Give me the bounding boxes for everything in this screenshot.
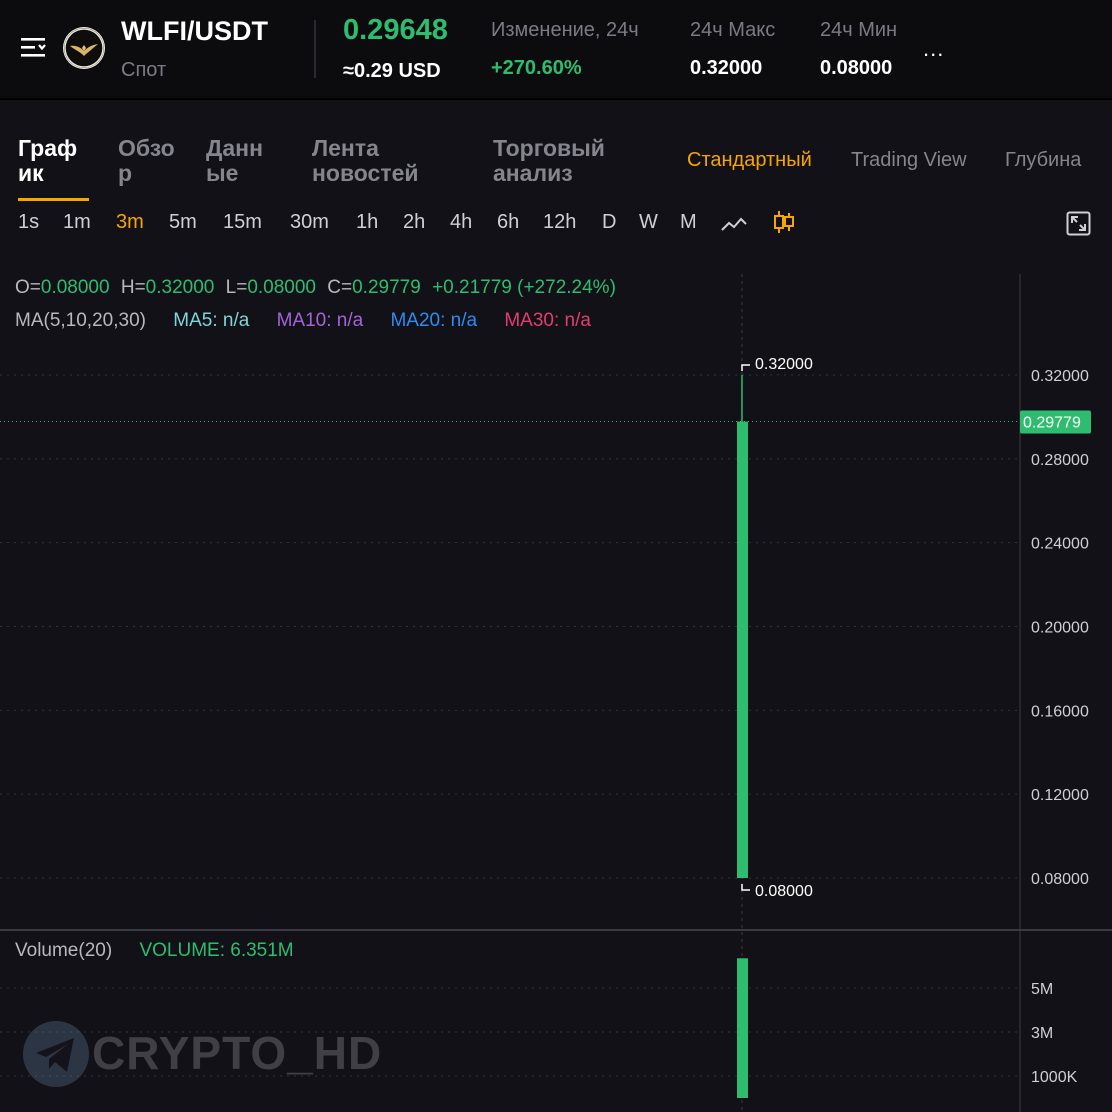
change-24h-value: +270.60%	[491, 57, 582, 79]
price-tick-label: 0.20000	[1031, 620, 1089, 637]
header-separator	[314, 20, 316, 78]
high-marker-arrow	[741, 364, 750, 371]
volume-label: Volume(20)	[15, 940, 113, 961]
tab-overview-line1: Обзо	[118, 135, 175, 161]
tab-news-line2: новостей	[312, 160, 419, 186]
volume-tick-label: 1000K	[1031, 1069, 1078, 1086]
change-24h-label: Изменение, 24ч	[491, 19, 639, 41]
tab-analysis-line2: анализ	[493, 160, 573, 186]
tab-chart-line1: Граф	[18, 135, 78, 161]
volume-tick-label: 3M	[1031, 1025, 1053, 1042]
view-standard[interactable]: Стандартный	[687, 149, 812, 172]
volume-bar	[737, 958, 748, 1098]
header-bar	[0, 0, 1112, 98]
candle-body	[737, 421, 748, 878]
tab-chart-line2: ик	[18, 160, 44, 186]
tab-data-line1: Данн	[206, 135, 263, 161]
price-tick-label: 0.12000	[1031, 787, 1089, 804]
last-price: 0.29648	[343, 14, 448, 46]
price-chart[interactable]: 0.32000 0.28000 0.24000 0.20000 0.16000 0.120…	[0, 230, 1112, 1112]
tab-analysis[interactable]: Торговый анализ	[493, 136, 605, 186]
active-tab-indicator	[18, 198, 89, 201]
tab-news[interactable]: Лента новостей	[312, 136, 419, 186]
tab-analysis-line1: Торговый	[493, 135, 605, 161]
price-usd: ≈0.29 USD	[343, 60, 441, 82]
tab-overview-line2: р	[118, 160, 133, 186]
trading-pair[interactable]: WLFI/USDT	[121, 16, 268, 47]
menu-icon[interactable]	[20, 34, 48, 62]
price-tick-label: 0.08000	[1031, 871, 1089, 888]
tab-chart[interactable]: Граф ик	[18, 136, 77, 186]
price-tick-label: 0.16000	[1031, 703, 1089, 720]
price-tick-label: 0.28000	[1031, 452, 1089, 469]
high-24h-label: 24ч Макс	[690, 19, 776, 41]
volume-tick-label: 5M	[1031, 981, 1053, 998]
wlfi-logo	[63, 27, 105, 69]
low-marker-label: 0.08000	[755, 883, 813, 900]
telegram-icon	[23, 1021, 89, 1087]
price-tick-label: 0.24000	[1031, 536, 1089, 553]
price-tick-label: 0.32000	[1031, 368, 1089, 385]
low-24h-value: 0.08000	[820, 57, 893, 79]
market-type: Спот	[121, 59, 167, 81]
low-marker-arrow	[741, 884, 750, 891]
tab-data[interactable]: Данн ые	[206, 136, 263, 186]
more-stats-button[interactable]: ...	[923, 36, 944, 62]
tab-overview[interactable]: Обзо р	[118, 136, 175, 186]
eagle-icon	[64, 28, 104, 68]
tab-news-line1: Лента	[312, 135, 379, 161]
volume-legend: Volume(20) VOLUME: 6.351M	[15, 940, 294, 962]
high-marker-label: 0.32000	[755, 356, 813, 373]
header-divider	[0, 98, 1112, 100]
watermark-text: CRYPTO_HD	[92, 1027, 383, 1079]
volume-value: VOLUME: 6.351M	[139, 940, 294, 961]
tab-data-line2: ые	[206, 160, 239, 186]
view-tradingview[interactable]: Trading View	[851, 149, 967, 172]
view-depth[interactable]: Глубина	[1005, 149, 1081, 172]
last-price-label: 0.29779	[1023, 415, 1081, 432]
high-24h-value: 0.32000	[690, 57, 763, 79]
low-24h-label: 24ч Мин	[820, 19, 898, 41]
